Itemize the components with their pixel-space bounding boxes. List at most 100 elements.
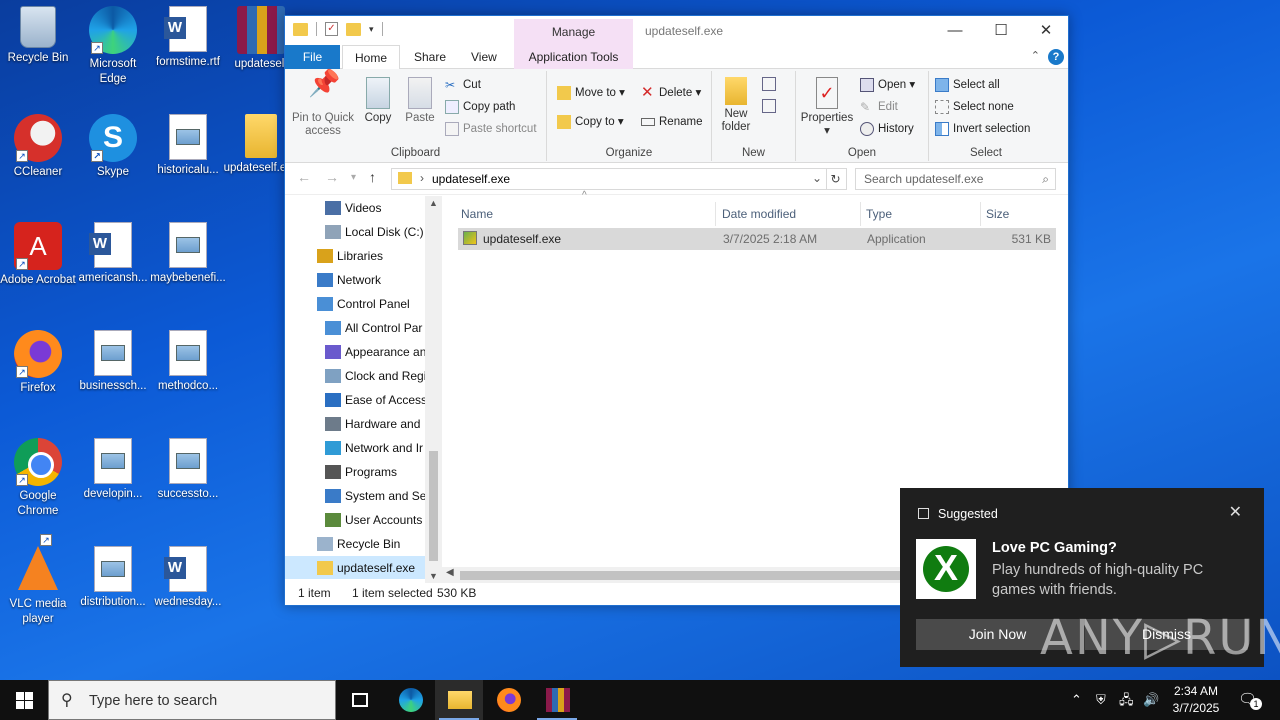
nav-item[interactable]: Ease of Access — [285, 388, 427, 412]
desktop-icon[interactable]: A ↗ Adobe Acrobat — [0, 222, 76, 288]
scroll-up-icon[interactable]: ▲ — [429, 198, 438, 208]
tab-file[interactable]: File — [285, 45, 340, 69]
copy-to-button[interactable]: Copy to ▾ — [555, 112, 624, 132]
column-header-date[interactable]: Date modified — [717, 202, 861, 226]
chevron-right-icon[interactable]: › — [420, 171, 424, 185]
nav-item[interactable]: Local Disk (C:) — [285, 220, 425, 244]
copy-path-button[interactable]: Copy path — [443, 97, 515, 117]
nav-item[interactable]: Programs — [285, 460, 425, 484]
column-header-size[interactable]: Size — [981, 202, 1061, 226]
desktop-icon[interactable]: Wformstime.rtf — [150, 6, 226, 70]
desktop-icon[interactable]: ↗ Google Chrome — [0, 438, 76, 519]
desktop-icon[interactable]: maybebenefi... — [150, 222, 226, 286]
column-header-type[interactable]: Type — [861, 202, 981, 226]
close-icon[interactable]: ✕ — [1229, 502, 1242, 522]
address-field[interactable]: › updateself.exe ⌄ — [391, 168, 827, 190]
open-button[interactable]: Open ▾ — [858, 75, 915, 95]
maximize-button[interactable]: ☐ — [978, 16, 1024, 45]
move-to-button[interactable]: Move to ▾ — [555, 83, 625, 103]
security-icon[interactable]: ⛨ — [1096, 680, 1106, 720]
desktop-icon[interactable]: ↗ Firefox — [0, 330, 76, 396]
taskbar-winrar-button[interactable] — [533, 680, 581, 720]
nav-item[interactable]: System and Se — [285, 484, 426, 508]
nav-item[interactable]: Recycle Bin — [285, 532, 425, 556]
recent-locations-icon[interactable]: ▾ — [351, 172, 356, 183]
new-folder-qat-icon[interactable] — [346, 22, 361, 36]
chevron-down-icon[interactable]: ⌄ — [812, 171, 822, 185]
nav-item[interactable]: User Accounts — [285, 508, 425, 532]
desktop-icon[interactable]: ↗ Microsoft Edge — [75, 6, 151, 87]
taskbar-firefox-button[interactable] — [484, 680, 532, 720]
tab-view[interactable]: View — [459, 45, 509, 69]
nav-item[interactable]: Clock and Regi — [285, 364, 426, 388]
minimize-button[interactable]: — — [932, 16, 978, 45]
nav-vertical-scrollbar[interactable]: ▲ ▼ — [425, 196, 442, 583]
properties-qat-icon[interactable]: ✓ — [325, 22, 338, 36]
select-all-button[interactable]: Select all — [933, 75, 1000, 95]
select-none-button[interactable]: Select none — [933, 97, 1014, 117]
start-button[interactable] — [0, 680, 48, 720]
paste-shortcut-button[interactable]: Paste shortcut — [443, 119, 537, 139]
scroll-left-icon[interactable]: ◀ — [446, 567, 454, 578]
easy-access-icon[interactable] — [762, 99, 776, 113]
nav-item[interactable]: Videos — [285, 196, 425, 220]
tab-manage[interactable]: Manage — [514, 19, 633, 45]
clock[interactable]: 2:34 AM 3/7/2025 — [1166, 683, 1226, 717]
tab-share[interactable]: Share — [402, 45, 458, 69]
help-icon[interactable]: ? — [1048, 49, 1064, 65]
nav-item[interactable]: Network — [285, 268, 425, 292]
search-input[interactable]: Search updateself.exe ⌕ — [855, 168, 1056, 190]
network-icon[interactable]: 🖧 — [1119, 680, 1134, 720]
history-button[interactable]: History — [858, 119, 914, 139]
desktop-icon[interactable]: Wwednesday... — [150, 546, 226, 610]
taskbar-explorer-button[interactable] — [435, 680, 483, 720]
refresh-icon[interactable]: ↻ — [825, 168, 847, 190]
column-header-name[interactable]: Name — [456, 202, 716, 226]
collapse-ribbon-icon[interactable]: ⌃ — [1031, 49, 1040, 62]
table-row[interactable]: updateself.exe 3/7/2025 2:18 AM Applicat… — [458, 228, 1056, 250]
delete-button[interactable]: ✕ Delete ▾ — [639, 83, 701, 103]
up-arrow-icon[interactable]: ↑ — [369, 169, 376, 185]
desktop-icon[interactable]: Recycle Bin — [0, 6, 76, 66]
desktop-icon[interactable]: historicalu... — [150, 114, 226, 178]
pin-to-quick-access-button[interactable]: 📌 Pin to Quick access — [289, 70, 357, 138]
close-button[interactable]: ✕ — [1023, 16, 1069, 45]
tab-application-tools[interactable]: Application Tools — [514, 45, 633, 69]
desktop-icon[interactable]: businessch... — [75, 330, 151, 394]
desktop-icon[interactable]: distribution... — [75, 546, 151, 610]
forward-arrow-icon[interactable]: → — [325, 169, 339, 185]
cut-button[interactable]: ✂ Cut — [443, 75, 481, 95]
nav-item[interactable]: Hardware and — [285, 412, 425, 436]
desktop-icon[interactable]: developin... — [75, 438, 151, 502]
tab-home[interactable]: Home — [342, 45, 401, 70]
paste-button[interactable]: Paste — [401, 75, 439, 125]
qat-dropdown-icon[interactable]: ▾ — [369, 24, 374, 35]
nav-item[interactable]: Network and Ir — [285, 436, 425, 460]
invert-selection-button[interactable]: Invert selection — [933, 119, 1030, 139]
taskbar-search-input[interactable]: ⚲ Type here to search — [48, 680, 336, 720]
edit-button[interactable]: ✎ Edit — [858, 97, 898, 117]
rename-button[interactable]: Rename — [639, 112, 702, 132]
back-arrow-icon[interactable]: ← — [297, 169, 311, 185]
desktop-icon[interactable]: ↗ CCleaner — [0, 114, 76, 180]
nav-item[interactable]: updateself.exe — [285, 556, 425, 579]
desktop-icon[interactable]: methodco... — [150, 330, 226, 394]
volume-icon[interactable]: 🔊 — [1143, 680, 1159, 720]
scroll-thumb[interactable] — [429, 451, 438, 561]
properties-button[interactable]: ✓ Properties ▾ — [800, 75, 854, 138]
desktop-icon[interactable]: Wamericansh... — [75, 222, 151, 286]
nav-item[interactable]: Libraries — [285, 244, 425, 268]
scroll-down-icon[interactable]: ▼ — [429, 571, 438, 581]
desktop-icon[interactable]: successto... — [150, 438, 226, 502]
new-folder-button[interactable]: New folder — [714, 75, 758, 134]
desktop-icon[interactable]: ↗ VLC media player — [0, 534, 76, 627]
show-hidden-icons-icon[interactable]: ⌃ — [1071, 680, 1082, 720]
nav-item[interactable]: All Control Par — [285, 316, 425, 340]
copy-button[interactable]: Copy — [359, 75, 397, 125]
desktop-icon[interactable]: S ↗ Skype — [75, 114, 151, 180]
nav-item[interactable]: Control Panel — [285, 292, 425, 316]
taskbar-edge-button[interactable] — [386, 680, 434, 720]
nav-item[interactable]: Appearance an — [285, 340, 426, 364]
task-view-button[interactable] — [336, 680, 384, 720]
new-item-icon[interactable] — [762, 77, 776, 91]
